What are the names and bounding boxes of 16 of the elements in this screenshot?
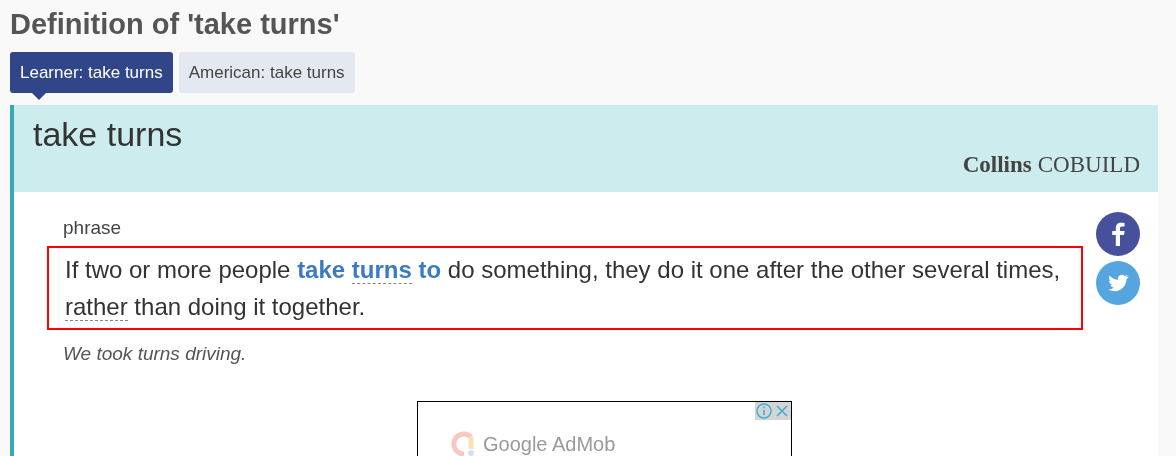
ad-label: Google AdMob xyxy=(483,431,616,456)
page-title: Definition of 'take turns' xyxy=(10,7,341,42)
facebook-icon[interactable] xyxy=(1096,212,1140,256)
tab[interactable]: Learner: take turns xyxy=(10,52,173,93)
brand-name: Collins xyxy=(962,150,1032,179)
definition-text: If two or more people take turns to do something, they do it one after the other several times, rather than doing it together. xyxy=(65,255,1062,323)
twitter-icon[interactable] xyxy=(1096,261,1140,305)
brand-subtitle: COBUILD xyxy=(1037,150,1140,179)
word-link[interactable]: rather xyxy=(65,293,128,321)
part-of-speech: phrase xyxy=(63,216,123,240)
word-link[interactable]: turns xyxy=(351,256,412,284)
example-sentence: We took turns driving. xyxy=(63,342,248,366)
tab[interactable]: American: take turns xyxy=(178,52,355,93)
info-icon[interactable] xyxy=(755,401,773,420)
headword: take turns xyxy=(33,114,184,155)
admob-logo-icon xyxy=(451,430,477,456)
